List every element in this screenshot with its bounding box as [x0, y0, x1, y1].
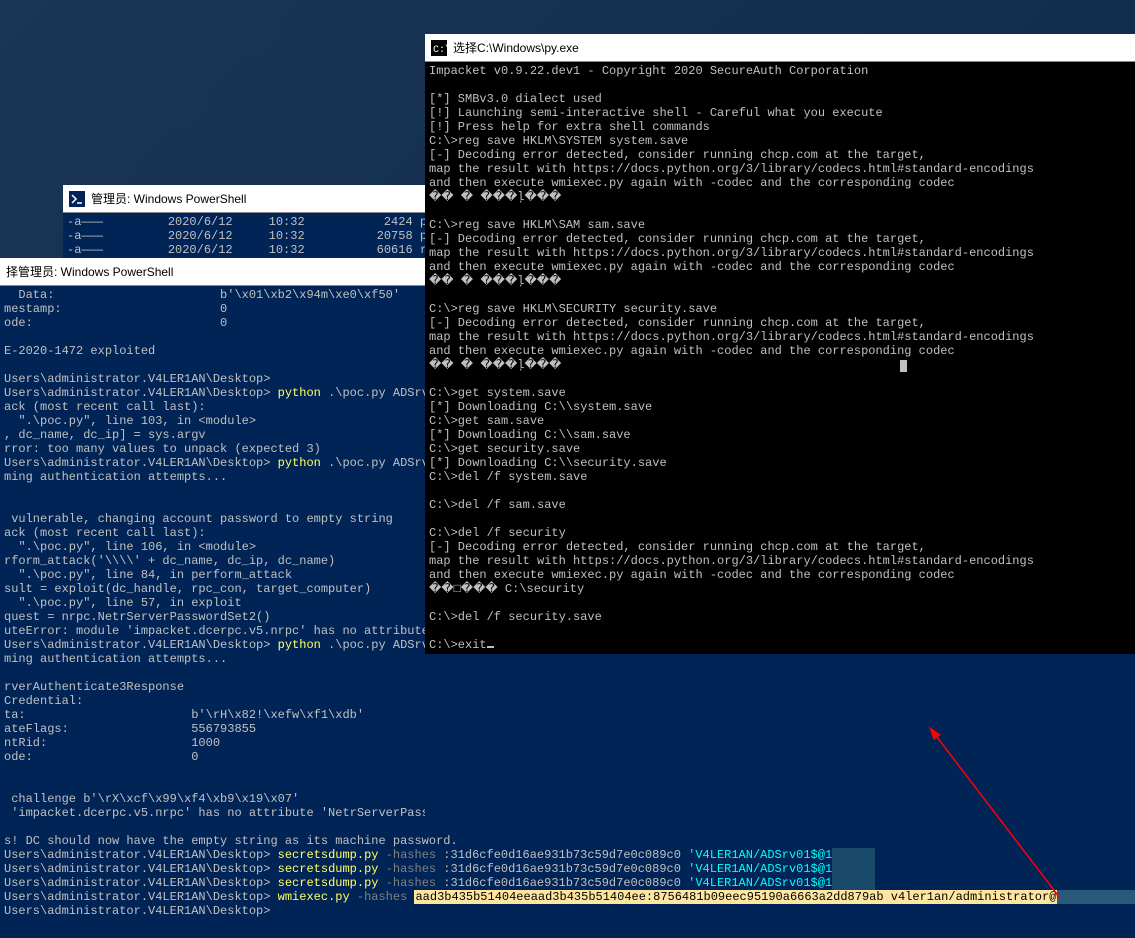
window-title: 选择C:\Windows\py.exe [453, 39, 579, 56]
svg-text:C:\: C:\ [433, 44, 447, 56]
text-cursor [487, 646, 494, 648]
title-bar[interactable]: C:\ 选择C:\Windows\py.exe [425, 34, 1135, 62]
window-title: 择管理员: Windows PowerShell [6, 263, 173, 280]
powershell-icon [69, 191, 85, 207]
window-title: 管理员: Windows PowerShell [91, 190, 246, 207]
terminal-output[interactable]: -a——— 2020/6/12 10:32 2424 ping -a——— 20… [63, 213, 425, 259]
terminal-output[interactable]: Impacket v0.9.22.dev1 - Copyright 2020 S… [425, 62, 1135, 654]
powershell-window-top[interactable]: 管理员: Windows PowerShell -a——— 2020/6/12 … [63, 185, 425, 260]
text-cursor [900, 360, 907, 372]
console-icon: C:\ [431, 40, 447, 56]
title-bar[interactable]: 管理员: Windows PowerShell [63, 185, 425, 213]
py-exe-window[interactable]: C:\ 选择C:\Windows\py.exe Impacket v0.9.22… [425, 34, 1135, 824]
